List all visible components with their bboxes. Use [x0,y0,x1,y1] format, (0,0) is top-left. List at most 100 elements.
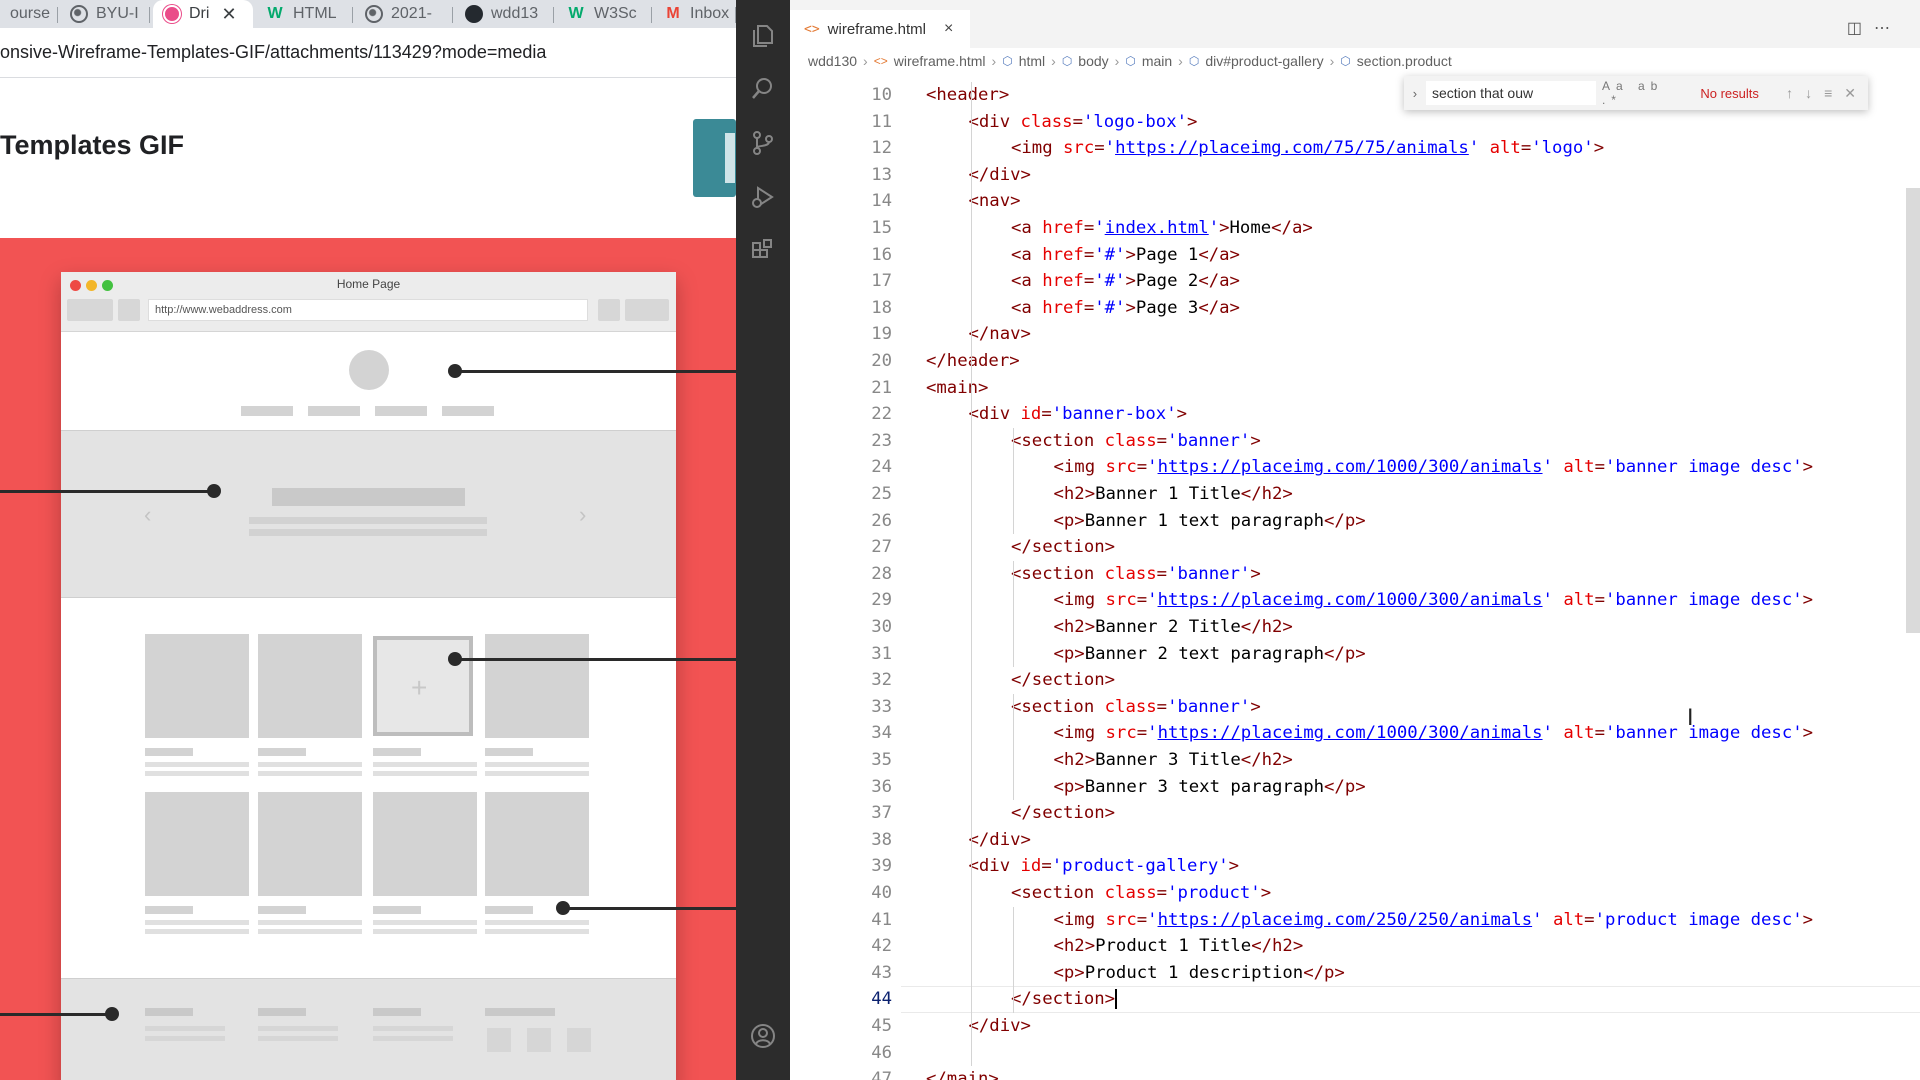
code-token[interactable]: https://placeimg.com/1000/300/animals [1158,723,1543,743]
breadcrumb-item[interactable]: wireframe.html [894,53,986,69]
code-line[interactable]: 38 </div> [790,827,1920,854]
address-bar-url[interactable]: onsive-Wireframe-Templates-GIF/attachmen… [0,42,546,63]
chevron-right-icon: › [1178,53,1183,69]
mockup-footer-text [145,1036,225,1041]
code-line[interactable]: 25 <h2>Banner 1 Title</h2> [790,481,1920,508]
code-line[interactable]: 13 </div> [790,162,1920,189]
accounts-icon[interactable] [749,1022,777,1050]
search-icon[interactable] [749,75,777,103]
code-token[interactable]: https://placeimg.com/75/75/animals [1115,138,1469,158]
code-line[interactable]: 15 <a href='index.html'>Home</a> [790,215,1920,242]
browser-tab[interactable]: BYU-I [60,0,150,28]
code-line[interactable]: 18 <a href='#'>Page 3</a> [790,295,1920,322]
code-token: = [1156,430,1168,451]
line-number: 36 [871,776,892,797]
code-line[interactable]: 19 </nav> [790,321,1920,348]
previous-match-icon[interactable]: ↑ [1786,85,1805,101]
code-line[interactable]: 41 <img src='https://placeimg.com/250/250… [790,907,1920,934]
code-line[interactable]: 46 [790,1040,1920,1067]
browser-tab[interactable]: ourse [0,0,58,28]
breadcrumb-item[interactable]: section.product [1357,53,1452,69]
breadcrumb-item[interactable]: html [1019,53,1045,69]
breadcrumb-item[interactable]: main [1142,53,1172,69]
browser-tab[interactable]: Dri ✕ [153,0,253,28]
code-line[interactable]: 24 <img src='https://placeimg.com/1000/30… [790,454,1920,481]
code-token[interactable]: index.html [1105,218,1209,238]
code-token: 'logo-box' [1082,111,1188,132]
code-line[interactable]: 21 <main> [790,375,1920,402]
close-icon[interactable]: ✕ [1844,85,1868,101]
code-token: 'product image desc' [1594,909,1803,930]
code-line[interactable]: 23 <section class='banner'> [790,428,1920,455]
code-line[interactable]: 32 </section> [790,667,1920,694]
code-line[interactable]: 14 <nav> [790,188,1920,215]
code-text: <div id='banner-box'> [969,401,1188,428]
find-input[interactable] [1425,81,1596,105]
source-control-icon[interactable] [749,129,777,157]
explorer-icon[interactable] [749,22,777,50]
mockup-product-text [145,920,249,925]
code-line[interactable]: 36 <p>Banner 3 text paragraph</p> [790,774,1920,801]
code-line[interactable]: 45 </div> [790,1013,1920,1040]
find-options[interactable]: Aa ab .* [1602,79,1692,107]
breadcrumb-item[interactable]: wdd130 [808,53,857,69]
tab-separator [651,7,652,23]
code-line[interactable]: 17 <a href='#'>Page 2</a> [790,268,1920,295]
breadcrumb-item[interactable]: div#product-gallery [1205,53,1323,69]
breadcrumb-item[interactable]: body [1078,53,1108,69]
address-bar[interactable]: onsive-Wireframe-Templates-GIF/attachmen… [0,28,736,78]
code-line[interactable]: 43 <p>Product 1 description</p> [790,960,1920,987]
code-token: 'banner-box' [1051,404,1177,425]
code-token[interactable]: https://placeimg.com/1000/300/animals [1158,457,1543,477]
browser-tab[interactable]: W W3Sc [556,0,652,28]
editor-tab-wireframe[interactable]: <> wireframe.html × [790,10,970,48]
code-line[interactable]: 11 <div class='logo-box'> [790,109,1920,136]
code-line[interactable]: 44 </section> [790,986,1920,1013]
close-icon[interactable]: ✕ [221,4,236,25]
code-token: src [1105,909,1137,930]
code-line[interactable]: 42 <h2>Product 1 Title</h2> [790,933,1920,960]
find-in-selection-icon[interactable]: ≡ [1824,85,1844,101]
code-line[interactable]: 27 </section> [790,534,1920,561]
browser-tab[interactable]: wdd13 [455,0,554,28]
code-line[interactable]: 37 </section> [790,800,1920,827]
close-icon[interactable]: × [944,20,953,38]
run-debug-icon[interactable] [749,183,777,211]
browser-tab[interactable]: 2021- [355,0,453,28]
code-line[interactable]: 29 <img src='https://placeimg.com/1000/30… [790,587,1920,614]
code-line[interactable]: 39 <div id='product-gallery'> [790,853,1920,880]
code-line[interactable]: 40 <section class='product'> [790,880,1920,907]
code-text: <a href='#'>Page 1</a> [1011,242,1240,269]
code-token: > [1176,404,1188,425]
mockup-product-image [485,792,589,896]
toggle-replace-icon[interactable]: › [1404,86,1426,101]
code-line[interactable]: 12 <img src='https://placeimg.com/75/75/a… [790,135,1920,162]
browser-tab[interactable]: W HTML [255,0,353,28]
extensions-icon[interactable] [749,237,777,265]
mockup-nav-item [241,406,293,416]
code-line[interactable]: 33 <section class='banner'> [790,694,1920,721]
thumbnail-preview[interactable] [693,119,736,197]
code-line[interactable]: 35 <h2>Banner 3 Title</h2> [790,747,1920,774]
editor-scrollbar[interactable] [1906,188,1920,633]
browser-tab[interactable]: M Inbox [654,0,736,28]
code-text: <div class='logo-box'> [969,109,1198,136]
code-line[interactable]: 30 <h2>Banner 2 Title</h2> [790,614,1920,641]
code-line[interactable]: 20 </header> [790,348,1920,375]
code-token: class [1104,563,1157,584]
code-line[interactable]: 22 <div id='banner-box'> [790,401,1920,428]
code-text: <h2>Banner 3 Title</h2> [1054,747,1293,774]
code-line[interactable]: 47 </main> [790,1066,1920,1080]
code-line[interactable]: 26 <p>Banner 1 text paragraph</p> [790,508,1920,535]
code-line[interactable]: 31 <p>Banner 2 text paragraph</p> [790,641,1920,668]
code-token[interactable]: https://placeimg.com/250/250/animals [1158,910,1533,930]
code-line[interactable]: 34 <img src='https://placeimg.com/1000/30… [790,720,1920,747]
next-match-icon[interactable]: ↓ [1805,85,1824,101]
split-editor-icon[interactable]: ◫ [1847,20,1874,37]
code-token: </div> [968,829,1031,850]
more-actions-icon[interactable]: ⋯ [1874,20,1902,37]
code-line[interactable]: 28 <section class='banner'> [790,561,1920,588]
code-token[interactable]: https://placeimg.com/1000/300/animals [1158,590,1543,610]
code-line[interactable]: 16 <a href='#'>Page 1</a> [790,242,1920,269]
line-number: 47 [871,1069,892,1080]
